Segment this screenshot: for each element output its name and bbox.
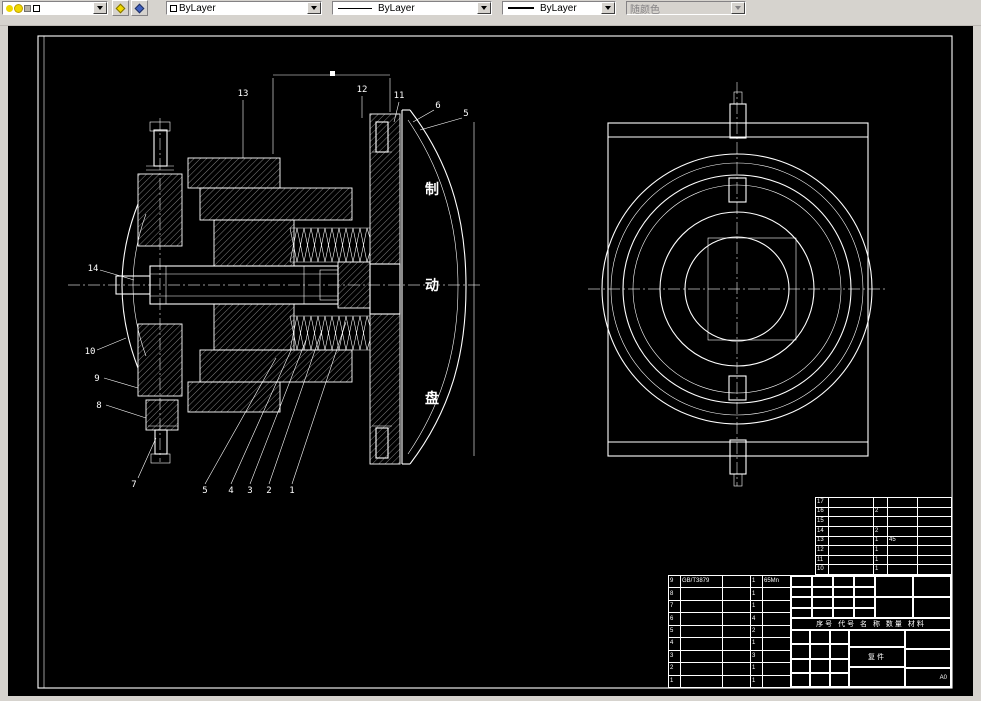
- layers-icon: [115, 3, 126, 13]
- color-swatch: [170, 4, 177, 12]
- linetype-dropdown-arrow[interactable]: [477, 2, 491, 14]
- chevron-down-icon: [735, 6, 741, 10]
- title-mid-column: 复件: [849, 630, 905, 687]
- callout-label: 12: [357, 85, 368, 95]
- properties-toolbar: ByLayer ByLayer ByLayer 随颜色: [0, 0, 981, 26]
- callout-label: 2: [266, 486, 271, 496]
- callout-label: 7: [131, 480, 136, 490]
- parts-row: 17: [815, 497, 952, 508]
- signature-grid: [791, 630, 849, 687]
- lineweight-value: ByLayer: [540, 2, 577, 14]
- linetype-value: ByLayer: [378, 2, 415, 14]
- chevron-down-icon: [605, 6, 611, 10]
- parts-row: 11 1: [815, 554, 952, 566]
- callouts: 13 12 11 6 5 14 10 9 8 7 5 4 3 2 1: [85, 85, 469, 496]
- parts-row: 13 1 45: [815, 535, 952, 547]
- parts-row: 52: [668, 624, 791, 639]
- callout-label: 10: [85, 347, 96, 357]
- layer-freeze-icon: [15, 4, 22, 12]
- layer-lock-icon: [24, 4, 31, 12]
- disc-label-char-2: 动: [425, 277, 439, 293]
- chevron-down-icon: [481, 6, 487, 10]
- plotstyle-dropdown-arrow: [731, 2, 745, 14]
- front-view: [588, 82, 886, 487]
- parts-row: 9 GB/T3879 1 65Mn: [668, 574, 791, 589]
- layer-previous-button[interactable]: [131, 0, 148, 16]
- parts-row: 33: [668, 649, 791, 664]
- callout-label: 9: [94, 374, 99, 384]
- revision-grid: [791, 576, 875, 618]
- parts-row: 16 2: [815, 506, 952, 518]
- lineweight-sample-icon: [508, 7, 534, 9]
- parts-list-lower: 9 GB/T3879 1 65Mn 81 71 64 52 41 33 21 11: [668, 574, 791, 688]
- parts-row: 15: [815, 516, 952, 527]
- parts-row: 12 1: [815, 545, 952, 556]
- chevron-down-icon: [97, 6, 103, 10]
- chevron-down-icon: [311, 6, 317, 10]
- callout-label: 3: [247, 486, 252, 496]
- layer-combo[interactable]: [2, 1, 108, 15]
- make-object-layer-current-button[interactable]: [112, 0, 129, 16]
- layer-on-icon: [6, 4, 13, 12]
- parts-row: 14 2: [815, 525, 952, 537]
- plotstyle-combo: 随颜色: [626, 1, 746, 15]
- disc-label-char-3: 盘: [425, 390, 439, 406]
- callout-label: 6: [435, 101, 440, 111]
- color-dropdown-arrow[interactable]: [307, 2, 321, 14]
- sheet-size: A0: [905, 668, 951, 687]
- color-combo[interactable]: ByLayer: [166, 1, 322, 15]
- lineweight-dropdown-arrow[interactable]: [601, 2, 615, 14]
- parts-row: 81: [668, 587, 791, 601]
- layer-color-chip: [33, 4, 40, 12]
- callout-label: 5: [463, 109, 468, 119]
- title-block: 序号 代号 名 称 数量 材料 复件 A0: [790, 575, 952, 688]
- copy-label: 复件: [849, 647, 905, 667]
- title-right-column: A0: [905, 630, 951, 687]
- parts-row: 10 1: [815, 564, 952, 575]
- model-space-canvas[interactable]: .o{stroke:#fff;fill:none;stroke-width:1.…: [8, 26, 973, 696]
- drawing-number-cells: [875, 576, 951, 618]
- callout-label: 14: [88, 264, 99, 274]
- disc-label-char-1: 制: [425, 181, 439, 197]
- linetype-sample-icon: [338, 7, 372, 9]
- titleblock-header: 序号 代号 名 称 数量 材料: [791, 618, 951, 630]
- linetype-combo[interactable]: ByLayer: [332, 1, 492, 15]
- layer-dropdown-arrow[interactable]: [93, 2, 107, 14]
- plotstyle-value: 随颜色: [630, 4, 660, 15]
- callout-label: 1: [289, 486, 294, 496]
- parts-list-upper: 17 16 2 15 14 2 13 1 45 12 1 11 1 10 1: [815, 497, 952, 575]
- lineweight-combo[interactable]: ByLayer: [502, 1, 616, 15]
- parts-row: 41: [668, 637, 791, 651]
- callout-label: 4: [228, 486, 233, 496]
- color-value: ByLayer: [179, 2, 216, 14]
- callout-label: 11: [394, 91, 405, 101]
- layer-previous-icon: [134, 3, 145, 13]
- spring-lower: [289, 315, 371, 351]
- parts-row: 11: [668, 674, 791, 688]
- spring-upper: [289, 227, 371, 263]
- callout-label: 8: [96, 401, 101, 411]
- parts-row: 71: [668, 599, 791, 614]
- callout-label: 13: [238, 89, 249, 99]
- parts-row: 21: [668, 662, 791, 676]
- callout-label: 5: [202, 486, 207, 496]
- parts-row: 64: [668, 612, 791, 626]
